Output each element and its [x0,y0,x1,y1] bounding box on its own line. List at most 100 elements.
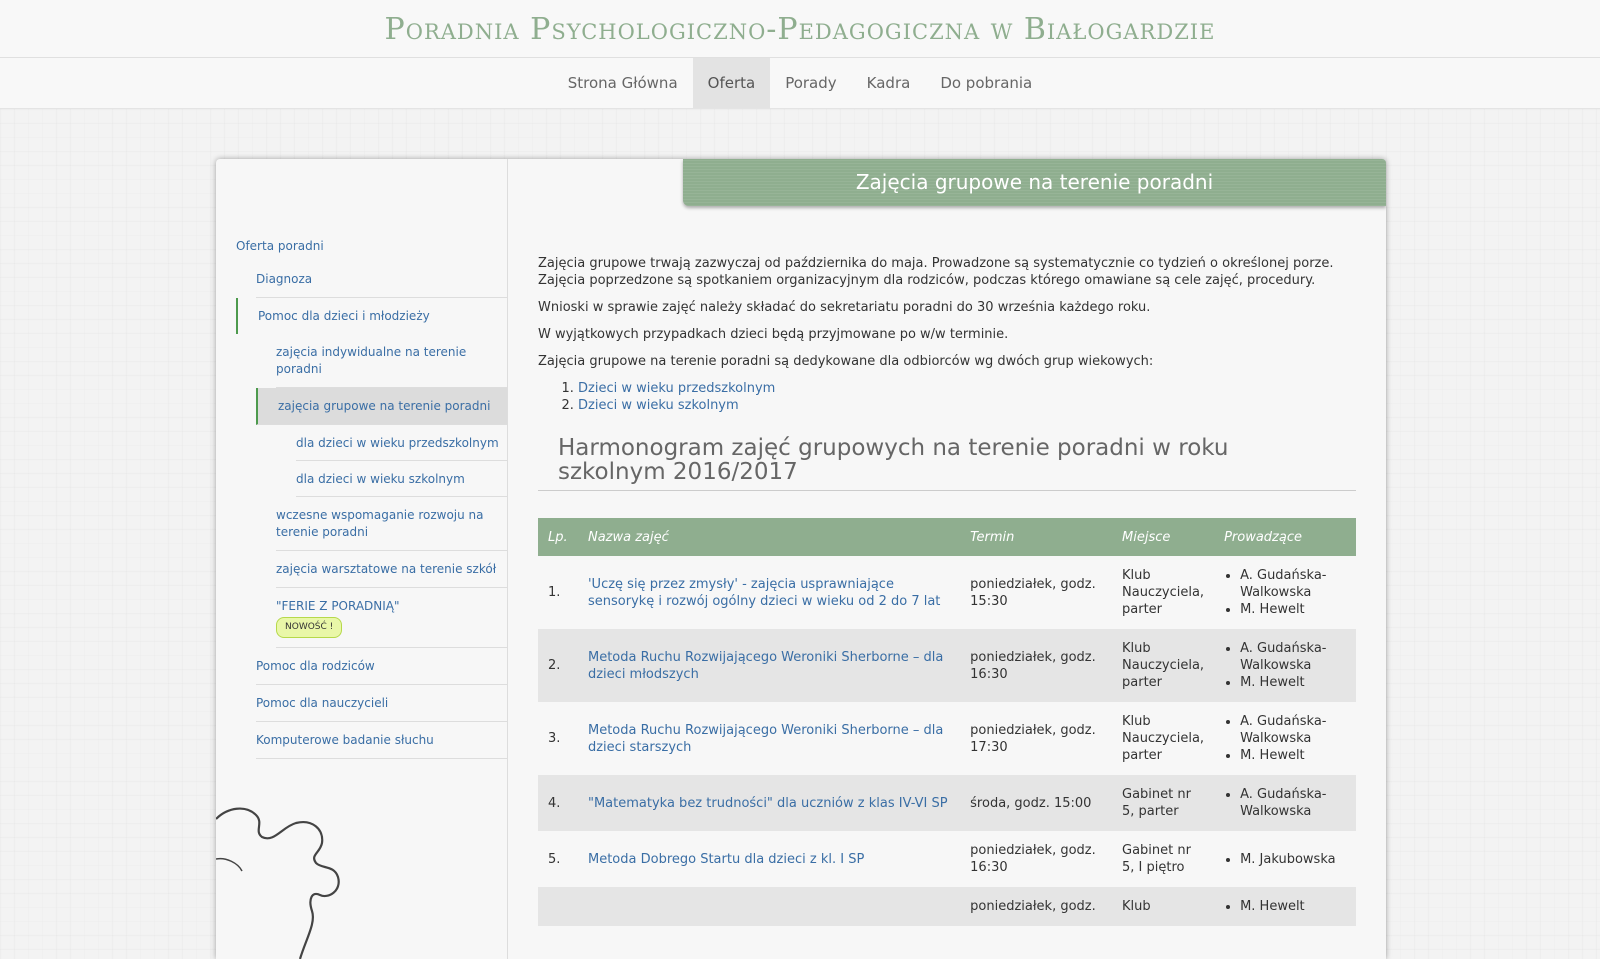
table-row: poniedziałek, godz. Klub M. Hewelt [538,887,1356,926]
sidebar-item-pomoc-dzieci: Pomoc dla dzieci i młodzieży [236,298,507,334]
sidebar: Oferta poradni Diagnoza Pomoc dla dzieci… [216,159,508,959]
col-header-leaders: Prowadzące [1214,518,1356,556]
intro-paragraph: Zajęcia grupowe trwają zazwyczaj od paźd… [538,256,1334,288]
table-row: 1. 'Uczę się przez zmysły' - zajęcia usp… [538,556,1356,629]
puzzle-piece-decoration [216,807,340,959]
sidebar-item-przedszkolne: dla dzieci w wieku przedszkolnym [296,425,507,461]
sidebar-item-indywidualne: zajęcia indywidualne na terenie poradni [276,334,507,388]
nav-kadra[interactable]: Kadra [852,58,926,108]
cell-place: Klub Nauczyciela, parter [1122,568,1205,617]
cell-term: środa, godz. 15:00 [960,775,1112,831]
cell-term: poniedziałek, godz. [960,887,1112,926]
top-nav: Strona Główna Oferta Porady Kadra Do pob… [0,58,1600,109]
sidebar-link-nauczyciele[interactable]: Pomoc dla nauczycieli [256,685,507,721]
cell-term: poniedziałek, godz. 16:30 [970,843,1096,875]
table-row: 5. Metoda Dobrego Startu dla dzieci z kl… [538,831,1356,887]
leader: M. Hewelt [1240,747,1346,764]
sidebar-item-ferie: "FERIE Z PORADNIĄ" NOWOŚĆ ! [276,588,507,648]
activity-link[interactable]: Metoda Ruchu Rozwijającego Weroniki Sher… [588,650,943,682]
sidebar-item-warsztatowe: zajęcia warsztatowe na terenie szkół [276,551,507,588]
site-header: Poradnia Psychologiczno-Pedagogiczna w B… [0,0,1600,58]
col-header-lp: Lp. [538,518,578,556]
cell-name: Metoda Ruchu Rozwijającego Weroniki Sher… [578,702,960,775]
content-box: Oferta poradni Diagnoza Pomoc dla dzieci… [216,159,1386,959]
cell-lp [538,887,578,926]
cell-name: Metoda Dobrego Startu dla dzieci z kl. I… [578,831,960,887]
sidebar-link-rodzice[interactable]: Pomoc dla rodziców [256,648,507,684]
leader: M. Hewelt [1240,674,1346,691]
sidebar-link-szkolne[interactable]: dla dzieci w wieku szkolnym [296,461,507,496]
schedule-title: Harmonogram zajęć grupowych na terenie p… [538,432,1356,491]
nav-do-pobrania[interactable]: Do pobrania [925,58,1047,108]
sidebar-item-sluch: Komputerowe badanie słuchu [256,722,507,759]
groups-paragraph: Zajęcia grupowe na terenie poradni są de… [538,354,1154,369]
cell-leaders: A. Gudańska-WalkowskaM. Hewelt [1214,702,1356,775]
cell-name [577,887,961,926]
cell-term: poniedziałek, godz. 16:30 [960,629,1112,702]
sidebar-link-przedszkolne[interactable]: dla dzieci w wieku przedszkolnym [296,425,507,460]
sidebar-item-diagnoza: Diagnoza [256,261,507,298]
sidebar-ferie-label: "FERIE Z PORADNIĄ" [276,599,400,613]
nav-porady[interactable]: Porady [770,58,851,108]
sidebar-link-wczesne[interactable]: wczesne wspomaganie rozwoju na terenie p… [276,497,507,550]
cell-lp: 3. [548,731,561,746]
cell-place: Gabinet nr 5, I piętro [1122,843,1191,875]
sidebar-link-grupowe[interactable]: zajęcia grupowe na terenie poradni [258,388,507,424]
leader: M. Hewelt [1240,898,1346,915]
sidebar-item-grupowe: zajęcia grupowe na terenie poradni [256,388,507,425]
sidebar-link-oferta[interactable]: Oferta poradni [236,229,507,261]
cell-lp: 4. [538,775,578,831]
cell-place: Gabinet nr 5, parter [1112,775,1215,831]
nav-oferta[interactable]: Oferta [692,58,771,108]
col-header-term: Termin [960,518,1112,556]
article: Zajęcia grupowe trwają zazwyczaj od paźd… [538,255,1356,926]
cell-leaders: M. Hewelt [1214,887,1356,926]
sidebar-item-rodzice: Pomoc dla rodziców [256,648,507,685]
deadline-paragraph: Wnioski w sprawie zajęć należy składać d… [538,300,1151,315]
age-groups-list: Dzieci w wieku przedszkolnym Dzieci w wi… [538,380,1356,414]
sidebar-item-nauczyciele: Pomoc dla nauczycieli [256,685,507,722]
sidebar-menu: Oferta poradni Diagnoza Pomoc dla dzieci… [236,229,507,759]
exception-paragraph: W wyjątkowych przypadkach dzieci będą pr… [538,327,1009,342]
col-header-name: Nazwa zajęć [577,518,961,556]
sidebar-item-oferta: Oferta poradni [236,229,507,261]
table-header-row: Lp. Nazwa zajęć Termin Miejsce Prowadząc… [538,518,1356,556]
site-title: Poradnia Psychologiczno-Pedagogiczna w B… [384,12,1216,47]
cell-leaders: A. Gudańska-WalkowskaM. Hewelt [1214,629,1356,702]
main-content: Zajęcia grupowe na terenie poradni Zajęc… [508,159,1386,959]
cell-name: "Matematyka bez trudności" dla uczniów z… [577,775,961,831]
table-row: 3. Metoda Ruchu Rozwijającego Weroniki S… [538,702,1356,775]
cell-leaders: A. Gudańska-WalkowskaM. Hewelt [1214,556,1356,629]
cell-leaders: M. Jakubowska [1214,831,1356,887]
table-row: 4. "Matematyka bez trudności" dla ucznió… [538,775,1356,831]
activity-link[interactable]: 'Uczę się przez zmysły' - zajęcia uspraw… [588,577,940,609]
cell-place: Klub Nauczyciela, parter [1122,714,1205,763]
cell-term: poniedziałek, godz. 15:30 [970,576,1096,609]
sidebar-link-indywidualne[interactable]: zajęcia indywidualne na terenie poradni [276,334,507,387]
cell-term: poniedziałek, godz. 17:30 [970,722,1096,755]
leader: A. Gudańska-Walkowska [1240,567,1346,601]
list-item: Dzieci w wieku przedszkolnym [578,380,1356,397]
nav-strona-glowna[interactable]: Strona Główna [553,58,693,108]
cell-name: 'Uczę się przez zmysły' - zajęcia uspraw… [578,556,960,629]
cell-leaders: A. Gudańska-Walkowska [1214,775,1356,831]
list-item: Dzieci w wieku szkolnym [578,397,1356,414]
table-row: 2. Metoda Ruchu Rozwijającego Weroniki S… [538,629,1356,702]
link-przedszkolne[interactable]: Dzieci w wieku przedszkolnym [578,381,775,396]
activity-link[interactable]: Metoda Dobrego Startu dla dzieci z kl. I… [588,852,864,867]
sidebar-link-warsztatowe[interactable]: zajęcia warsztatowe na terenie szkół [276,551,507,587]
sidebar-link-ferie[interactable]: "FERIE Z PORADNIĄ" NOWOŚĆ ! [276,588,507,647]
sidebar-link-diagnoza[interactable]: Diagnoza [256,261,507,297]
cell-place: Klub [1112,887,1215,926]
sidebar-link-sluch[interactable]: Komputerowe badanie słuchu [256,722,507,758]
col-header-place: Miejsce [1112,518,1215,556]
new-badge: NOWOŚĆ ! [276,617,343,638]
cell-lp: 1. [548,585,561,600]
link-szkolne[interactable]: Dzieci w wieku szkolnym [578,398,739,413]
leader: M. Jakubowska [1240,851,1346,868]
activity-link[interactable]: Metoda Ruchu Rozwijającego Weroniki Sher… [588,723,943,755]
leader: A. Gudańska-Walkowska [1240,640,1346,674]
activity-link[interactable]: "Matematyka bez trudności" dla uczniów z… [588,796,948,811]
cell-lp: 5. [548,851,561,867]
sidebar-link-pomoc-dzieci[interactable]: Pomoc dla dzieci i młodzieży [238,298,507,334]
